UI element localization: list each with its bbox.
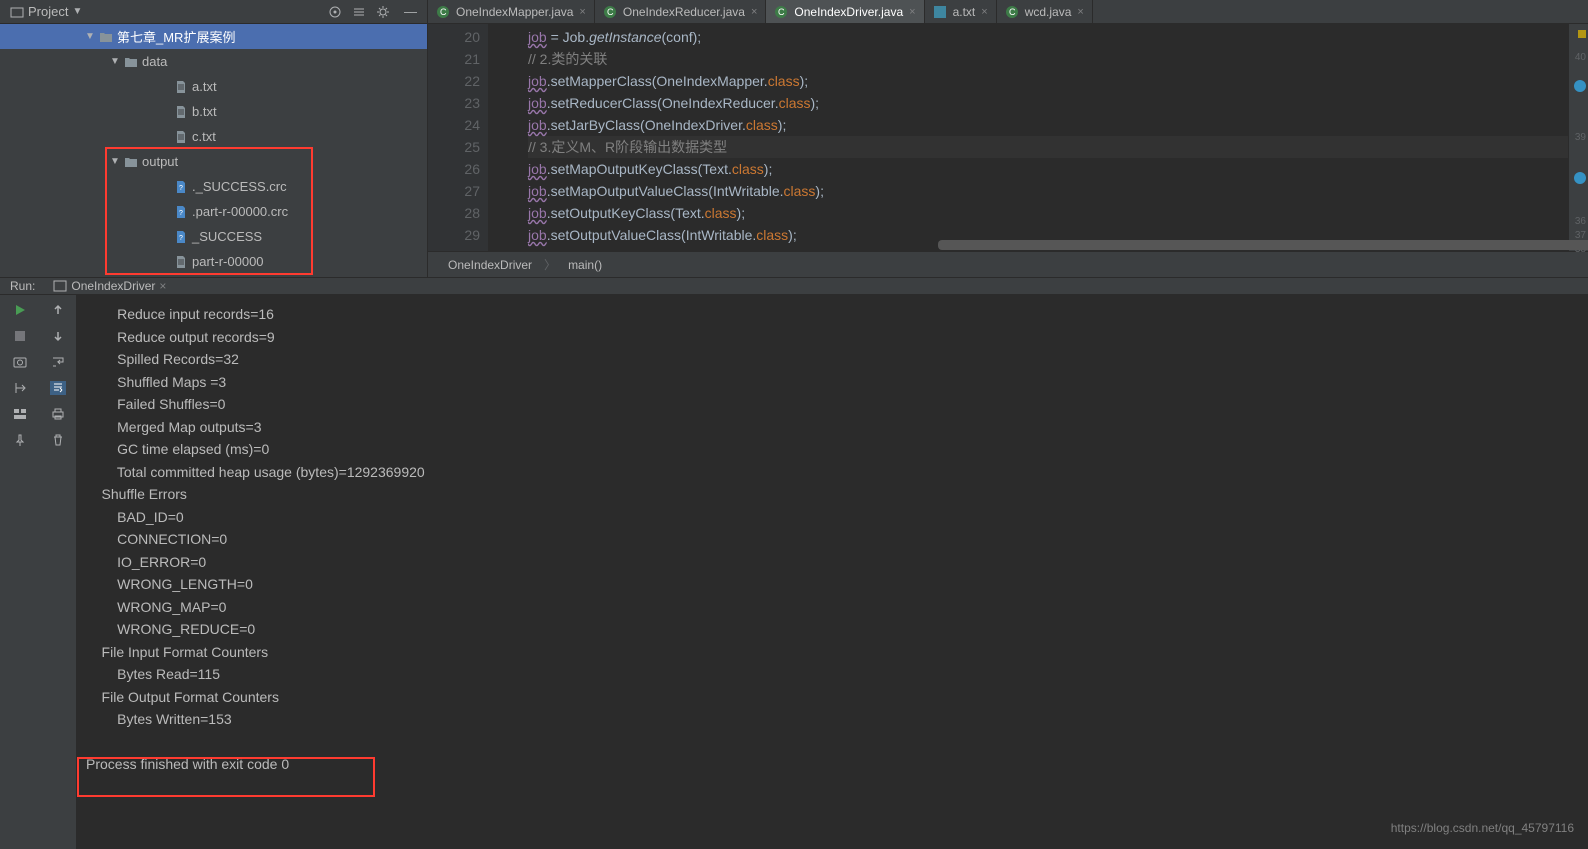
close-icon[interactable]: × <box>579 6 585 18</box>
run-config-icon <box>53 279 67 293</box>
tree-item[interactable]: ▼第七章_MR扩展案例 <box>0 24 427 49</box>
project-header: Project ▼ — <box>0 0 427 24</box>
rerun-icon[interactable] <box>13 303 27 317</box>
tree-item[interactable]: part-r-00000 <box>0 249 427 274</box>
svg-text:C: C <box>1009 7 1016 17</box>
tree-item[interactable]: ?_SUCCESS <box>0 224 427 249</box>
breadcrumb[interactable]: OneIndexDriver 〉 main() <box>428 251 1588 277</box>
run-tab[interactable]: OneIndexDriver × <box>45 279 174 293</box>
svg-text:C: C <box>778 7 785 17</box>
svg-text:C: C <box>607 7 614 17</box>
collapse-icon[interactable] <box>352 4 366 20</box>
watermark: https://blog.csdn.net/qq_45797116 <box>1391 821 1574 835</box>
down-icon[interactable] <box>51 329 65 343</box>
close-icon[interactable]: × <box>751 6 757 18</box>
gear-icon[interactable] <box>376 4 390 20</box>
up-icon[interactable] <box>51 303 65 317</box>
close-icon[interactable]: × <box>981 6 987 18</box>
locate-icon[interactable] <box>328 4 342 20</box>
run-panel: Reduce input records=16 Reduce output re… <box>0 277 1588 849</box>
editor-tab[interactable]: COneIndexMapper.java× <box>428 0 595 23</box>
exit-icon[interactable] <box>13 381 27 395</box>
scroll-to-end-icon[interactable] <box>50 381 66 395</box>
tree-item[interactable]: c.txt <box>0 124 427 149</box>
softwrap-icon[interactable] <box>51 355 65 369</box>
project-title[interactable]: Project <box>28 4 68 19</box>
breadcrumb-class[interactable]: OneIndexDriver <box>448 258 532 272</box>
close-icon[interactable]: × <box>909 6 915 18</box>
project-icon <box>10 5 24 19</box>
tree-item[interactable]: ?._SUCCESS.crc <box>0 174 427 199</box>
tree-item[interactable]: ▼output <box>0 149 427 174</box>
svg-text:?: ? <box>179 185 183 192</box>
run-label: Run: <box>10 279 35 293</box>
print-icon[interactable] <box>51 407 65 421</box>
run-tools <box>40 277 76 849</box>
tree-item[interactable]: ?.part-r-00000.crc <box>0 199 427 224</box>
tree-item[interactable]: a.txt <box>0 74 427 99</box>
console-output[interactable]: Reduce input records=16 Reduce output re… <box>76 277 1588 849</box>
code-view[interactable]: 20212223242526272829 job = Job.getInstan… <box>428 24 1588 251</box>
screenshot-icon[interactable] <box>13 355 27 369</box>
close-icon[interactable]: × <box>1077 6 1083 18</box>
editor-tabs: COneIndexMapper.java×COneIndexReducer.ja… <box>428 0 1588 24</box>
editor-tab[interactable]: a.txt× <box>925 0 997 23</box>
code-lines[interactable]: job = Job.getInstance(conf);// 2.类的关联job… <box>488 24 1588 251</box>
run-toolwindow-header: Run: OneIndexDriver × <box>0 277 1588 295</box>
project-panel: Project ▼ — ▼第七章_MR扩展案例▼dataa.txtb.txtc.… <box>0 0 428 277</box>
tree-item[interactable]: b.txt <box>0 99 427 124</box>
svg-text:?: ? <box>179 210 183 217</box>
editor-tab[interactable]: COneIndexReducer.java× <box>595 0 767 23</box>
svg-text:?: ? <box>179 235 183 242</box>
horizontal-scrollbar[interactable] <box>938 240 1588 250</box>
close-icon[interactable]: × <box>159 279 166 293</box>
stop-icon[interactable] <box>13 329 27 343</box>
chevron-down-icon[interactable]: ▼ <box>72 6 82 17</box>
svg-text:C: C <box>440 7 447 17</box>
editor-tab[interactable]: COneIndexDriver.java× <box>766 0 924 23</box>
gutter: 20212223242526272829 <box>428 24 488 251</box>
project-tree[interactable]: ▼第七章_MR扩展案例▼dataa.txtb.txtc.txt▼output?.… <box>0 24 427 277</box>
layout-icon[interactable] <box>13 407 27 421</box>
error-stripe[interactable]: 4039363738 <box>1568 24 1588 251</box>
trash-icon[interactable] <box>51 433 65 447</box>
tree-item[interactable]: ▼data <box>0 49 427 74</box>
editor-area: COneIndexMapper.java×COneIndexReducer.ja… <box>428 0 1588 277</box>
editor-tab[interactable]: Cwcd.java× <box>997 0 1093 23</box>
run-gutter <box>0 277 40 849</box>
pin-icon[interactable] <box>13 433 27 447</box>
hide-icon[interactable]: — <box>404 4 417 19</box>
breadcrumb-method[interactable]: main() <box>568 258 602 272</box>
